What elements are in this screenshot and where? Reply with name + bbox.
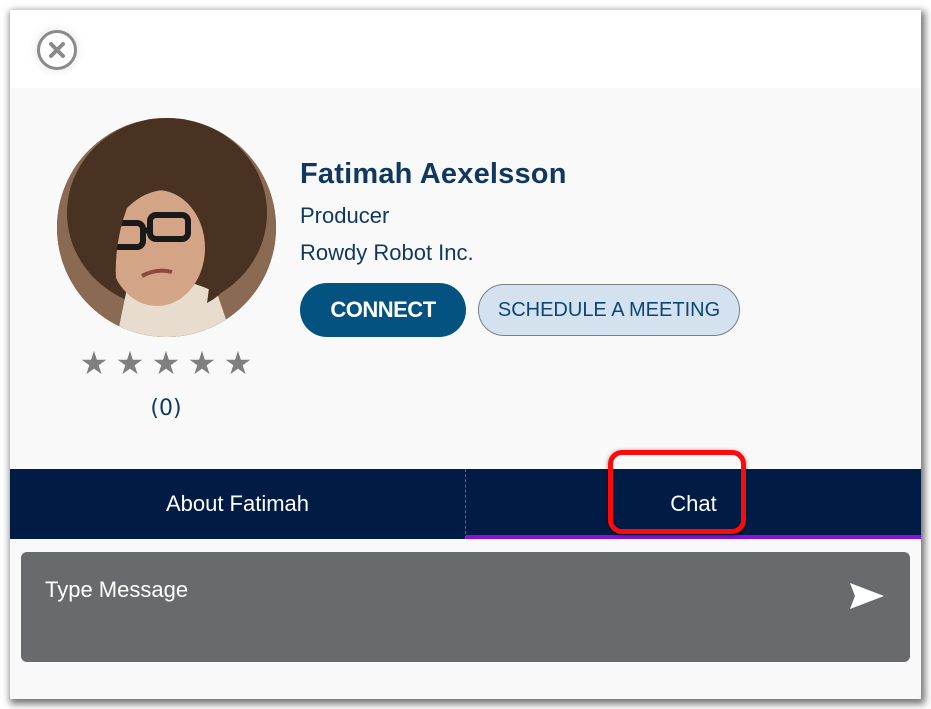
schedule-meeting-button[interactable]: SCHEDULE A MEETING	[478, 284, 740, 336]
profile-name: Fatimah Aexelsson	[300, 158, 567, 190]
star-icon[interactable]: ★	[78, 347, 110, 379]
profile-tabs: About Fatimah Chat	[10, 469, 921, 539]
tab-about-label: About Fatimah	[165, 491, 310, 516]
avatar-photo	[57, 118, 276, 337]
chat-composer	[21, 552, 910, 662]
tab-chat-label: Chat	[670, 491, 717, 516]
profile-company: Rowdy Robot Inc.	[300, 240, 474, 265]
tab-chat[interactable]: Chat	[465, 469, 921, 539]
rating-count: (0)	[150, 396, 182, 421]
card-header	[10, 10, 921, 88]
avatar	[57, 118, 276, 337]
send-icon	[850, 583, 884, 609]
send-button[interactable]	[847, 580, 887, 612]
profile-card: ★ ★ ★ ★ ★ (0) Fatimah Aexelsson Producer…	[10, 10, 921, 699]
profile-title: Producer	[300, 203, 390, 228]
star-icon[interactable]: ★	[222, 347, 254, 379]
close-button[interactable]	[37, 30, 77, 70]
star-icon[interactable]: ★	[114, 347, 146, 379]
message-input[interactable]	[43, 576, 827, 604]
star-rating: ★ ★ ★ ★ ★	[78, 347, 258, 379]
star-icon[interactable]: ★	[186, 347, 218, 379]
close-icon	[49, 42, 65, 58]
star-icon[interactable]: ★	[150, 347, 182, 379]
tab-about[interactable]: About Fatimah	[10, 469, 465, 539]
connect-button[interactable]: CONNECT	[300, 283, 466, 337]
